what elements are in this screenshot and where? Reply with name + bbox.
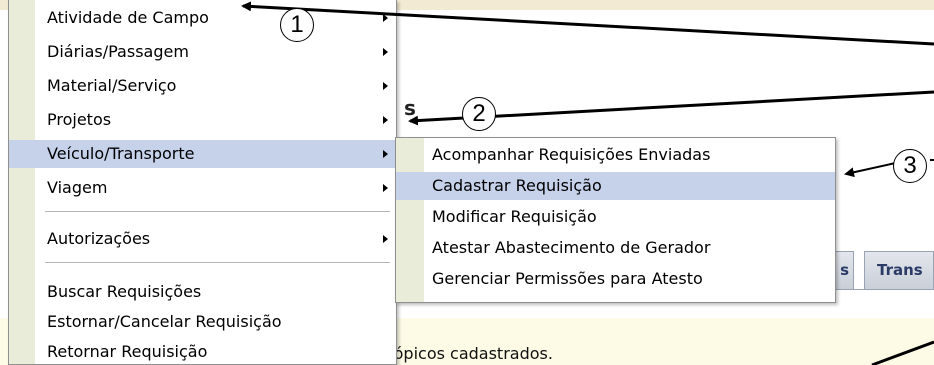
submenu-arrow-icon — [383, 235, 388, 243]
submenu-item-label: Cadastrar Requisição — [432, 176, 602, 195]
submenu-arrow-icon — [383, 14, 388, 22]
menu-item-estornar-cancelar[interactable]: Estornar/Cancelar Requisição — [9, 308, 396, 336]
submenu-arrow-icon — [383, 184, 388, 192]
menu-separator — [45, 262, 390, 263]
submenu-item-acompanhar[interactable]: Acompanhar Requisições Enviadas — [396, 141, 835, 169]
annotation-badge-3: 3 — [893, 149, 927, 183]
menu-item-viagem[interactable]: Viagem — [9, 174, 396, 202]
submenu-item-label: Modificar Requisição — [432, 207, 597, 226]
menu-item-projetos[interactable]: Projetos — [9, 106, 396, 134]
tab-transporte[interactable]: Trans — [864, 251, 934, 290]
menu-item-label: Diárias/Passagem — [47, 42, 189, 61]
menu-item-label: Buscar Requisições — [47, 282, 202, 301]
submenu-veiculo-transporte: Acompanhar Requisições Enviadas Cadastra… — [395, 137, 836, 303]
menu-item-label: Atividade de Campo — [47, 8, 209, 27]
submenu-item-cadastrar[interactable]: Cadastrar Requisição — [396, 172, 835, 200]
annotation-arrow-3 — [844, 161, 901, 178]
annotation-badge-2: 2 — [462, 97, 496, 131]
menu-item-label: Estornar/Cancelar Requisição — [47, 312, 282, 331]
menu-item-label: Autorizações — [47, 229, 151, 248]
submenu-item-atestar[interactable]: Atestar Abastecimento de Gerador — [396, 234, 835, 262]
menu-item-buscar-requisicoes[interactable]: Buscar Requisições — [9, 278, 396, 306]
menu-item-veiculo-transporte[interactable]: Veículo/Transporte — [9, 140, 396, 168]
submenu-item-modificar[interactable]: Modificar Requisição — [396, 203, 835, 231]
submenu-arrow-icon — [383, 82, 388, 90]
submenu-item-label: Gerenciar Permissões para Atesto — [432, 269, 703, 288]
annotation-badge-1: 1 — [280, 8, 314, 42]
menu-item-material-servico[interactable]: Material/Serviço — [9, 72, 396, 100]
menu-separator — [45, 211, 390, 212]
menu-item-atividade-de-campo[interactable]: Atividade de Campo — [9, 4, 396, 32]
submenu-item-gerenciar[interactable]: Gerenciar Permissões para Atesto — [396, 265, 835, 293]
menu-item-label: Veículo/Transporte — [47, 144, 195, 163]
submenu-item-label: Acompanhar Requisições Enviadas — [432, 145, 711, 164]
main-dropdown-menu: Atividade de Campo Diárias/Passagem Mate… — [8, 0, 397, 365]
page-heading-fragment: s — [404, 96, 416, 120]
submenu-arrow-icon — [383, 150, 388, 158]
menu-item-label: Viagem — [47, 178, 108, 197]
submenu-arrow-icon — [383, 48, 388, 56]
submenu-arrow-icon — [383, 116, 388, 124]
menu-item-label: Material/Serviço — [47, 76, 177, 95]
menu-item-label: Projetos — [47, 110, 112, 129]
menu-item-diarias-passagem[interactable]: Diárias/Passagem — [9, 38, 396, 66]
menu-item-autorizacoes[interactable]: Autorizações — [9, 225, 396, 253]
menu-item-label: Retornar Requisição — [47, 342, 208, 361]
menu-item-retornar-requisicao[interactable]: Retornar Requisição — [9, 338, 396, 365]
submenu-item-label: Atestar Abastecimento de Gerador — [432, 238, 711, 257]
